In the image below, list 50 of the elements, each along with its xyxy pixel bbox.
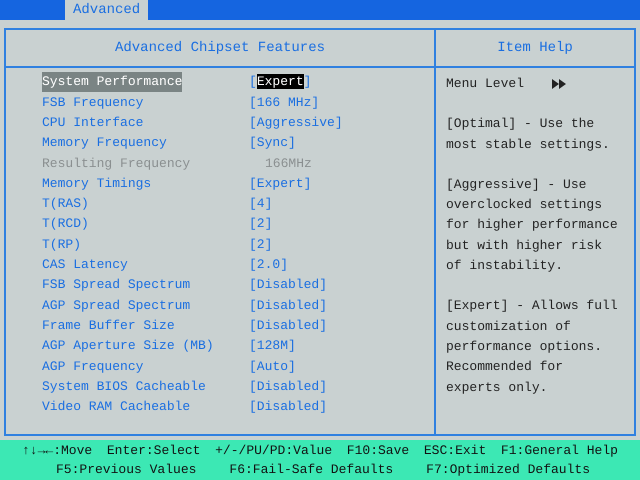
setting-label[interactable]: T(RAS) (42, 194, 89, 214)
setting-label[interactable]: Memory Frequency (42, 133, 167, 153)
panel-title: Advanced Chipset Features (114, 38, 326, 58)
setting-label[interactable]: AGP Aperture Size (MB) (42, 336, 214, 356)
key-hint: F6:Fail-Safe Defaults (229, 461, 394, 479)
setting-label[interactable]: T(RCD) (42, 214, 89, 234)
key-hint: +/-/PU/PD:Value (215, 442, 332, 460)
setting-value: 166MHz (264, 154, 312, 173)
setting-value[interactable]: [Disabled] (249, 296, 328, 316)
setting-value[interactable]: [Disabled] (249, 397, 328, 417)
setting-label: Resulting Frequency (42, 154, 190, 173)
setting-label[interactable]: System BIOS Cacheable (42, 376, 206, 396)
key-hint: F7:Optimized Defaults (426, 461, 590, 479)
setting-label[interactable]: Video RAM Cacheable (42, 397, 190, 417)
help-text: [Optimal] - Use the most stable settings. (446, 115, 611, 154)
menu-tab[interactable]: Advanced (65, 0, 148, 20)
help-title: Item Help (497, 38, 573, 58)
setting-value[interactable]: [4] (249, 194, 272, 214)
setting-value[interactable]: [Expert] (249, 174, 312, 194)
setting-value[interactable]: [2] (249, 214, 272, 234)
setting-value[interactable]: [Aggressive] (249, 112, 343, 132)
menu-level-label: Menu Level (446, 75, 524, 93)
setting-value[interactable]: [166 MHz] (249, 92, 320, 112)
key-hint: F1:General Help (500, 442, 618, 460)
key-hint: Enter:Select (106, 442, 200, 460)
setting-value[interactable]: [Sync] (249, 133, 296, 153)
key-hint: F10:Save (346, 442, 410, 460)
setting-label[interactable]: FSB Frequency (42, 92, 144, 112)
setting-label[interactable]: T(RP) (42, 234, 82, 254)
setting-label[interactable]: Memory Timings (42, 174, 152, 194)
setting-label[interactable]: CPU Interface (42, 112, 144, 132)
help-text: [Aggressive] - Use overclocked settings for higher performance but with higher risk of instability. (446, 176, 619, 276)
setting-value[interactable]: [Disabled] (249, 275, 328, 295)
setting-label[interactable]: AGP Spread Spectrum (42, 296, 190, 316)
setting-value[interactable]: [2] (249, 234, 272, 254)
setting-label[interactable]: Frame Buffer Size (42, 316, 175, 336)
setting-label[interactable]: CAS Latency (42, 255, 128, 275)
double-arrow-icon (552, 79, 566, 90)
setting-value[interactable]: [Disabled] (249, 376, 328, 396)
help-text: [Expert] - Allows full customization of performance options. Recommended for experts only. (446, 297, 619, 397)
setting-value[interactable]: [Disabled] (249, 316, 328, 336)
setting-label[interactable]: FSB Spread Spectrum (42, 275, 190, 295)
key-hint: ESC:Exit (424, 442, 486, 460)
setting-label[interactable]: AGP Frequency (42, 356, 144, 376)
setting-label[interactable]: System Performance (42, 72, 182, 92)
setting-value[interactable]: [2.0] (249, 255, 288, 275)
key-hint: F5:Previous Values (56, 461, 196, 479)
key-hint: ↑↓→←:Move (22, 442, 92, 460)
setting-value[interactable]: [128M] (249, 336, 296, 356)
setting-value[interactable]: [Auto] (249, 356, 296, 376)
